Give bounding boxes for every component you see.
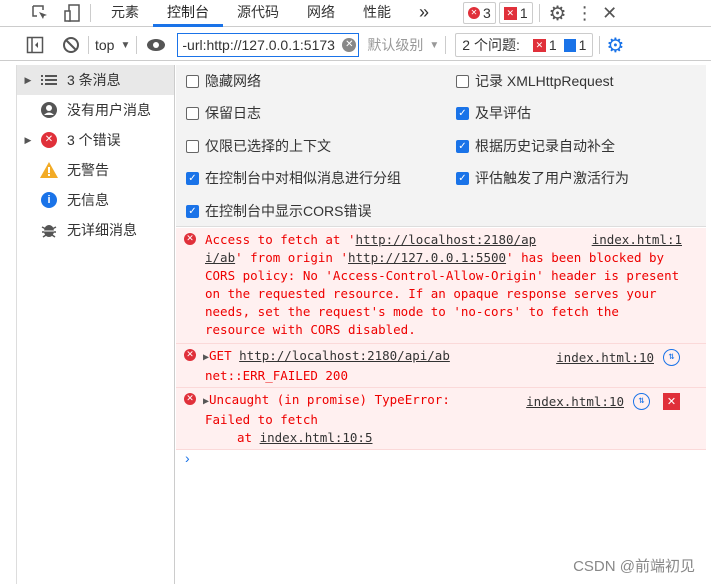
- hide-network-checkbox[interactable]: 隐藏网络: [186, 71, 261, 91]
- sidebar-item-label: 3 条消息: [67, 72, 121, 88]
- network-request-icon[interactable]: ⇅: [663, 349, 680, 366]
- sidebar-item-label: 无警告: [67, 162, 109, 178]
- issues-info-count: 1: [578, 37, 587, 53]
- user-icon: [39, 102, 59, 118]
- filter-input[interactable]: -url:http://127.0.0.1:5173 ✕: [177, 33, 360, 57]
- close-icon[interactable]: ✕: [600, 3, 620, 24]
- device-toolbar-icon[interactable]: [60, 3, 84, 23]
- sidebar-item-label: 无信息: [67, 192, 109, 208]
- sidebar-item-messages[interactable]: ▶ 3 条消息: [17, 65, 174, 95]
- selected-context-only-checkbox[interactable]: 仅限已选择的上下文: [186, 136, 331, 156]
- url-link[interactable]: http://localhost:2180/ap: [356, 232, 537, 247]
- list-icon: [39, 72, 59, 88]
- dropdown-arrow-icon: ▼: [429, 39, 440, 51]
- console-sidebar: ▶ 3 条消息 没有用户消息 ▶ ✕ 3 个错误 无警告 i 无信息 无详细消息: [16, 65, 175, 584]
- issues-error-count: 1: [548, 37, 557, 53]
- eager-evaluation-checkbox[interactable]: ✓ 及早评估: [456, 103, 531, 123]
- console-prompt-icon[interactable]: ›: [185, 450, 190, 466]
- autocomplete-history-checkbox[interactable]: ✓ 根据历史记录自动补全: [456, 136, 615, 156]
- console-error-message: ✕ index.html:1 Access to fetch at 'http:…: [176, 228, 706, 344]
- issue-info-icon: [563, 38, 576, 52]
- sidebar-item-warnings[interactable]: 无警告: [17, 155, 174, 185]
- settings-gear-icon[interactable]: ⚙: [546, 1, 570, 26]
- group-similar-checkbox[interactable]: ✓ 在控制台中对相似消息进行分组: [186, 168, 401, 188]
- dropdown-arrow-icon: ▼: [120, 39, 131, 51]
- issues-button[interactable]: 2 个问题: ✕ 1 1: [455, 33, 594, 57]
- console-error-message: ✕ ▶Uncaught (in promise) TypeError: Fail…: [176, 388, 706, 450]
- issues-label: 2 个问题:: [462, 37, 520, 53]
- error-icon: ✕: [184, 393, 196, 405]
- error-icon: ✕: [184, 233, 196, 245]
- console-toolbar: top ▼ -url:http://127.0.0.1:5173 ✕ 默认级别 …: [0, 30, 711, 61]
- issue-error-icon: ✕: [503, 6, 517, 20]
- sidebar-item-label: 3 个错误: [67, 132, 121, 148]
- url-link-continued[interactable]: i/ab: [205, 250, 235, 265]
- divider: [599, 36, 601, 54]
- issue-error-icon: ✕: [532, 38, 546, 52]
- sidebar-item-verbose[interactable]: 无详细消息: [17, 215, 174, 245]
- request-url-link[interactable]: http://localhost:2180/api/ab: [239, 348, 450, 363]
- divider: [90, 4, 91, 22]
- issue-count-badge[interactable]: ✕ 1: [498, 2, 533, 24]
- more-tabs-button[interactable]: »: [405, 0, 443, 27]
- show-cors-errors-checkbox[interactable]: ✓ 在控制台中显示CORS错误: [186, 201, 371, 221]
- clear-filter-icon[interactable]: ✕: [342, 38, 357, 52]
- console-messages: ✕ index.html:1 Access to fetch at 'http:…: [176, 228, 706, 450]
- source-link[interactable]: index.html:10: [556, 349, 654, 367]
- log-level-dropdown[interactable]: 默认级别 ▼: [367, 35, 439, 55]
- error-icon: ✕: [39, 132, 59, 148]
- tab-network[interactable]: 网络: [293, 0, 349, 27]
- divider: [538, 4, 540, 22]
- context-label: top: [95, 37, 115, 53]
- console-error-message: ✕ ▶GET http://localhost:2180/api/ab net:…: [176, 344, 706, 388]
- tab-console[interactable]: 控制台: [153, 0, 223, 27]
- log-xhr-checkbox[interactable]: 记录 XMLHttpRequest: [456, 71, 614, 91]
- sidebar-item-label: 无详细消息: [67, 222, 137, 238]
- error-icon: ✕: [184, 349, 196, 361]
- live-expression-eye-icon[interactable]: [143, 38, 169, 52]
- divider: [445, 36, 447, 54]
- sidebar-item-label: 没有用户消息: [67, 102, 151, 118]
- preserve-log-checkbox[interactable]: 保留日志: [186, 103, 261, 123]
- warning-icon: [39, 162, 59, 178]
- divider: [136, 36, 138, 54]
- bug-icon: [39, 222, 59, 238]
- console-settings-panel: 隐藏网络 记录 XMLHttpRequest 保留日志 ✓ 及早评估 仅限已选择的…: [176, 65, 706, 227]
- issue-error-icon[interactable]: ✕: [663, 393, 680, 410]
- devtools-tabbar: 元素 控制台 源代码 网络 性能 » ✕ 3 ✕ 1 ⚙ ⋮ ✕: [0, 0, 711, 27]
- error-count-badge[interactable]: ✕ 3: [463, 2, 496, 24]
- log-level-label: 默认级别: [367, 37, 424, 53]
- filter-value: -url:http://127.0.0.1:5173: [182, 37, 335, 53]
- sidebar-item-errors[interactable]: ▶ ✕ 3 个错误: [17, 125, 174, 155]
- inspect-element-icon[interactable]: [28, 4, 52, 22]
- origin-link[interactable]: http://127.0.0.1:5500: [348, 250, 506, 265]
- tab-elements[interactable]: 元素: [97, 0, 153, 27]
- console-settings-gear-icon[interactable]: ⚙: [606, 33, 624, 58]
- error-count: 3: [483, 5, 491, 21]
- watermark: CSDN @前端初见: [573, 558, 695, 575]
- source-link[interactable]: index.html:1: [592, 231, 682, 249]
- network-request-icon[interactable]: ⇅: [633, 393, 650, 410]
- more-options-icon[interactable]: ⋮: [570, 3, 600, 24]
- expand-arrow-icon[interactable]: ▶: [17, 75, 39, 86]
- issue-count: 1: [519, 5, 528, 21]
- sidebar-toggle-icon[interactable]: [24, 36, 46, 54]
- divider: [88, 36, 89, 54]
- tab-performance[interactable]: 性能: [349, 0, 405, 27]
- expand-arrow-icon[interactable]: ▶: [17, 135, 39, 146]
- clear-console-icon[interactable]: [60, 36, 82, 54]
- sidebar-item-user-messages[interactable]: 没有用户消息: [17, 95, 174, 125]
- error-icon: ✕: [468, 7, 481, 19]
- sidebar-item-info[interactable]: i 无信息: [17, 185, 174, 215]
- user-activation-eval-checkbox[interactable]: ✓ 评估触发了用户激活行为: [456, 168, 629, 188]
- context-selector[interactable]: top ▼: [95, 37, 130, 53]
- tab-sources[interactable]: 源代码: [223, 0, 293, 27]
- info-icon: i: [39, 192, 59, 208]
- source-link[interactable]: index.html:10: [526, 393, 624, 411]
- stack-location-link[interactable]: index.html:10:5: [260, 430, 373, 445]
